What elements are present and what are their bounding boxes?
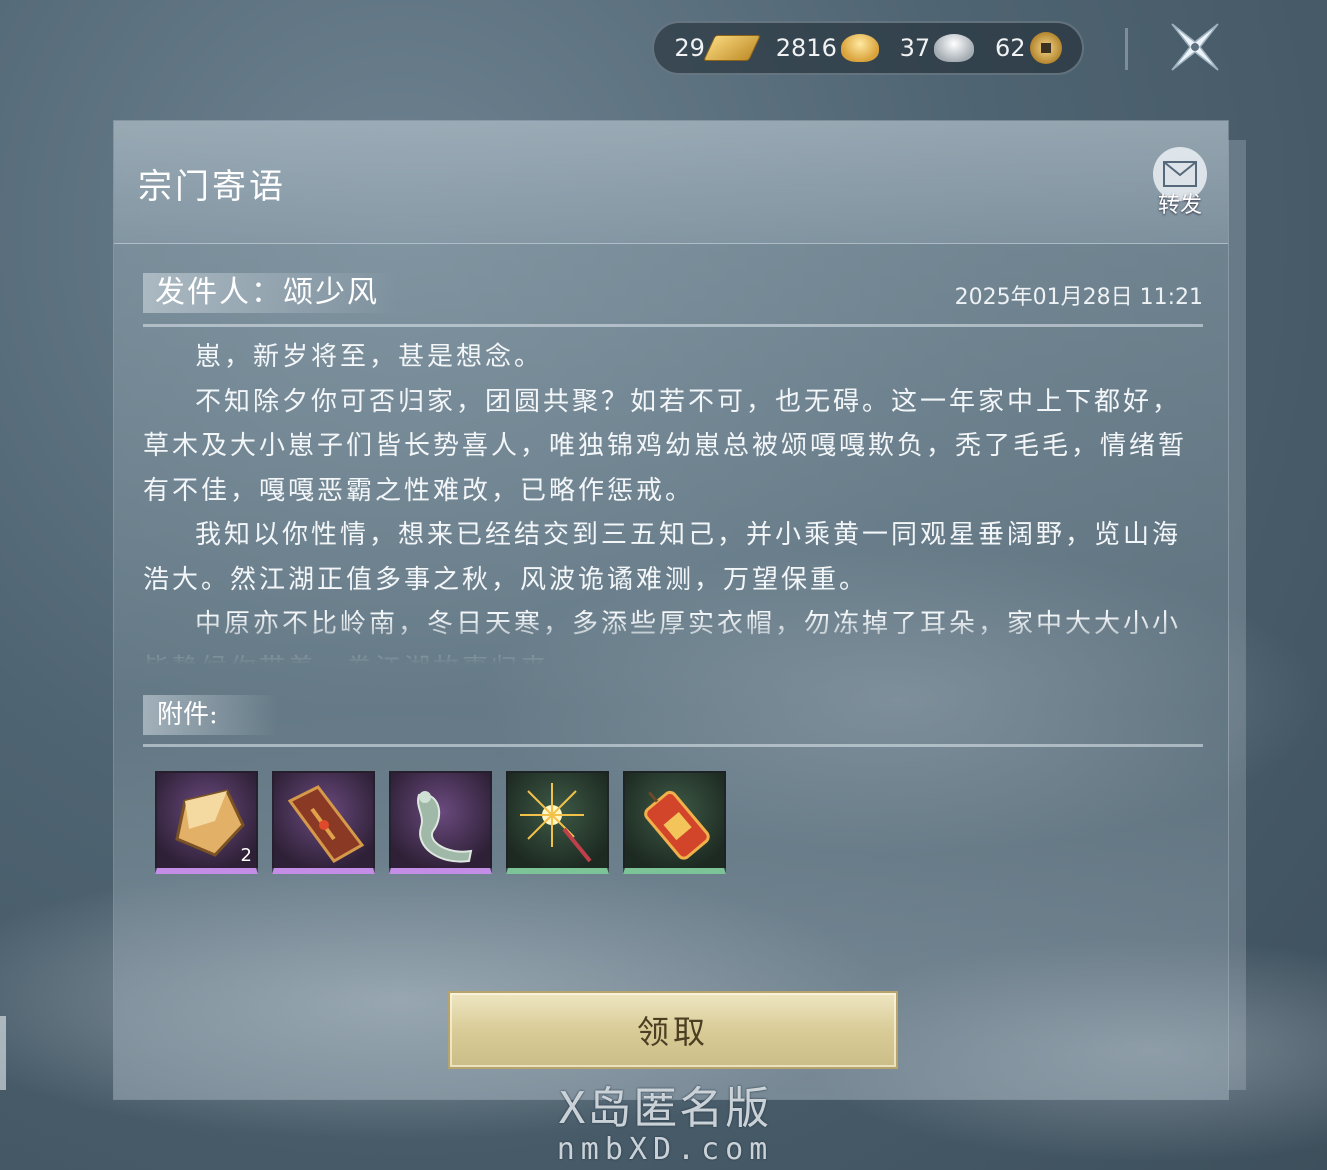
forward-label: 转发 (1157, 193, 1202, 218)
panel-title: 宗门寄语 (138, 167, 286, 207)
jade-ornament-item[interactable] (389, 771, 492, 874)
firecracker-icon (644, 790, 710, 860)
panel-back-sheet (1228, 140, 1246, 1090)
divider-line (143, 744, 1203, 747)
currency-gold-bar: 29 (674, 34, 762, 62)
close-icon (1171, 23, 1219, 71)
header-divider (1125, 28, 1128, 70)
close-button[interactable] (1168, 20, 1222, 74)
mail-paragraph: 中原亦不比岭南，冬日天寒，多添些厚实衣帽，勿冻掉了耳朵，家中大大小小皆静候你带着… (143, 609, 1182, 665)
divider-line (143, 324, 1203, 327)
watermark: X岛匿名版 nmbXD.com (540, 1072, 790, 1167)
mail-paragraph: 我知以你性情，想来已经结交到三五知己，并小乘黄一同观星垂阔野，览山海浩大。然江湖… (143, 520, 1182, 595)
watermark-line1: X岛匿名版 (558, 1083, 772, 1134)
panel-header: 宗门寄语 转发 (114, 121, 1228, 244)
currency-amount: 62 (995, 34, 1026, 62)
currency-bar: 29 2816 37 62 (652, 21, 1084, 75)
attachments-label: 附件: (143, 695, 278, 735)
golden-stone-item[interactable]: 2 (155, 771, 258, 874)
left-edge-tab (0, 1016, 6, 1090)
sparkler-icon (520, 783, 592, 863)
mail-body[interactable]: 崽，新岁将至，甚是想念。 不知除夕你可否归家，团圆共聚？如若不可，也无碍。这一年… (143, 335, 1205, 665)
copper-coin-icon (1029, 32, 1062, 64)
mail-paragraph: 崽，新岁将至，甚是想念。 (195, 342, 544, 372)
red-box-icon (287, 785, 365, 863)
silver-ingot-icon (934, 34, 975, 62)
sender-row: 发件人：颂少风 2025年01月28日 11:21 (143, 273, 1203, 319)
mail-date: 2025年01月28日 11:21 (954, 285, 1203, 310)
firecracker-item[interactable] (623, 771, 726, 874)
sender-name: 发件人：颂少风 (143, 273, 397, 313)
mail-panel: 宗门寄语 转发 发件人：颂少风 2025年01月28日 11:21 崽，新岁将至… (114, 121, 1228, 1099)
currency-amount: 37 (899, 34, 931, 62)
forward-button[interactable]: 转发 (1150, 147, 1210, 218)
watermark-line2: nmbXD.com (556, 1132, 774, 1167)
currency-amount: 2816 (775, 34, 837, 62)
sparkler-item[interactable] (506, 771, 609, 874)
jade-ornament-icon (417, 791, 473, 863)
red-box-item[interactable] (272, 771, 375, 874)
gold-bar-icon (702, 35, 762, 61)
mail-paragraph: 不知除夕你可否归家，团圆共聚？如若不可，也无碍。这一年家中上下都好，草木及大小崽… (143, 386, 1188, 506)
claim-button[interactable]: 领取 (448, 991, 898, 1069)
attachment-list: 2 (155, 771, 726, 874)
currency-amount: 29 (674, 34, 705, 62)
golden-stone-icon (175, 789, 245, 857)
gold-ingot-icon (840, 34, 879, 62)
currency-silver-ingot: 37 (900, 34, 975, 62)
item-count: 2 (240, 845, 252, 866)
currency-gold-ingot: 2816 (776, 34, 879, 62)
currency-copper-coin: 62 (995, 32, 1062, 64)
